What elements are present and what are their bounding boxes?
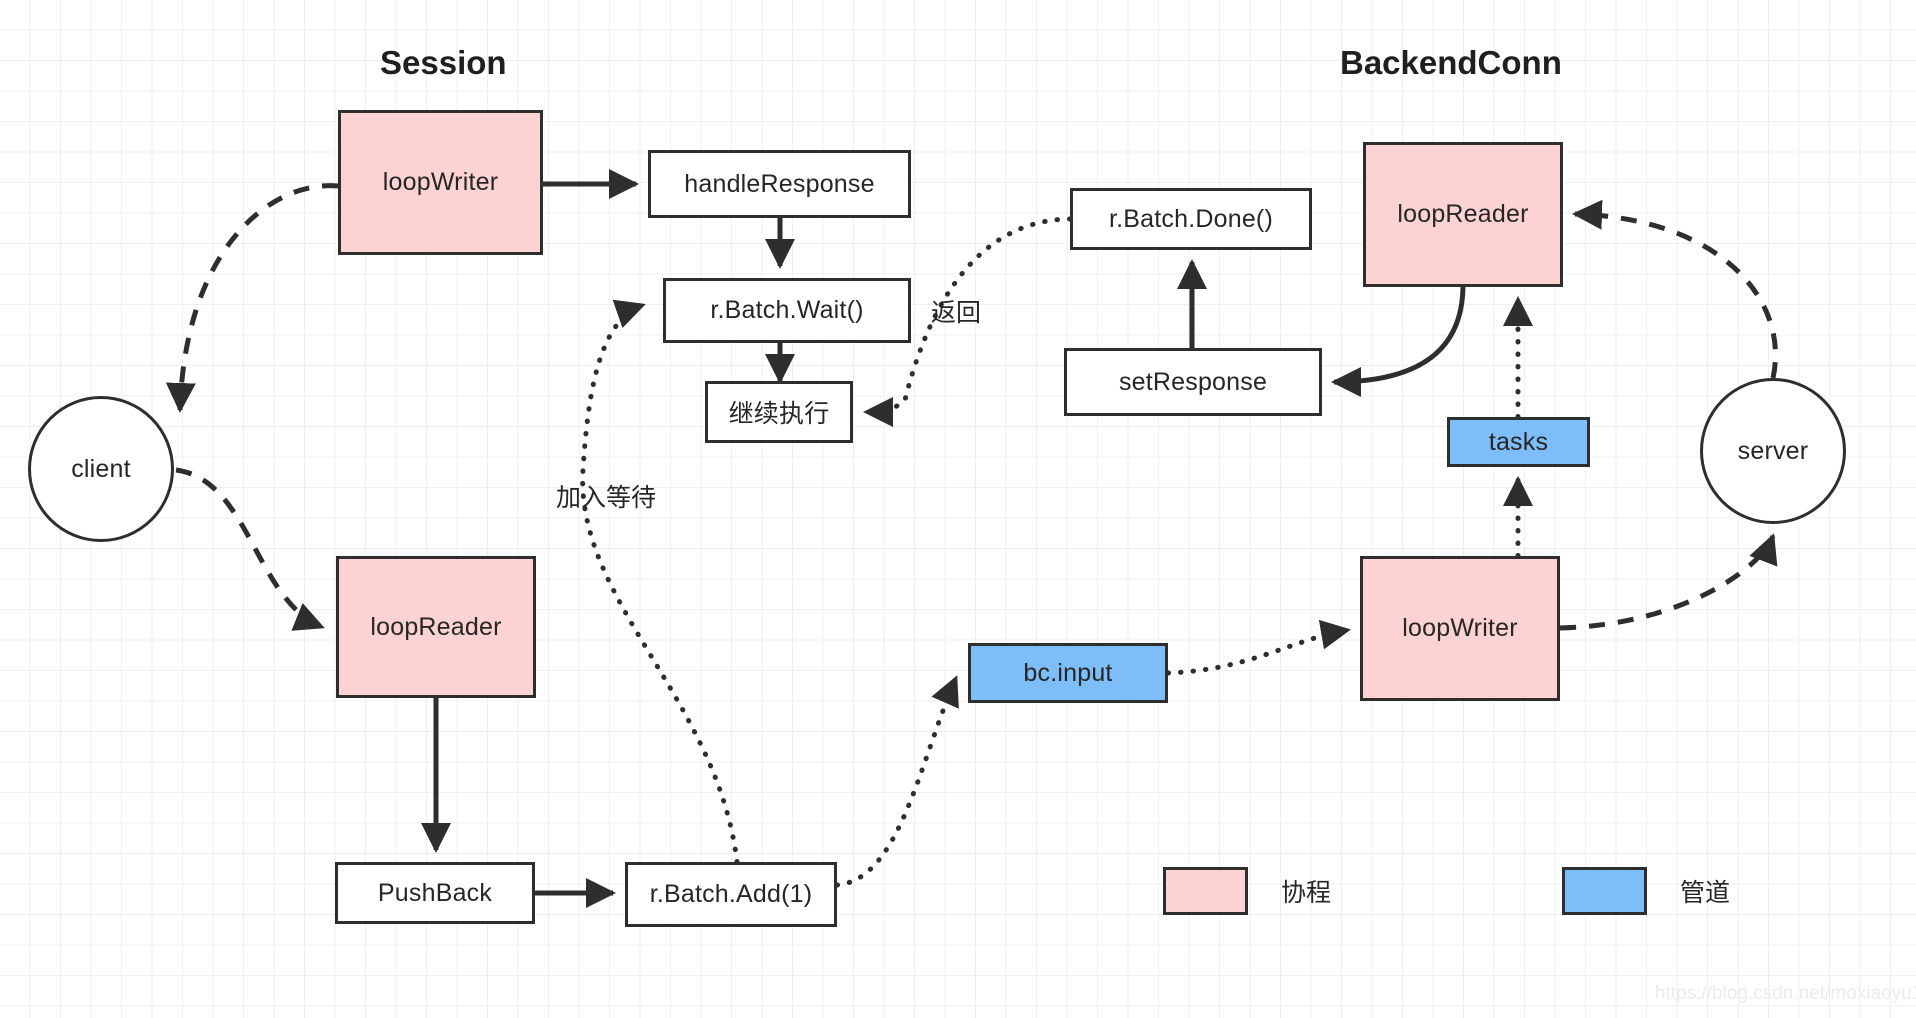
node-batch-done[interactable]: r.Batch.Done() bbox=[1070, 188, 1312, 250]
node-label: r.Batch.Add(1) bbox=[649, 880, 813, 908]
node-label: tasks bbox=[1488, 427, 1549, 456]
edge-label-1: 加入等待 bbox=[556, 484, 657, 512]
legend-label-0: 协程 bbox=[1281, 879, 1332, 907]
node-tasks[interactable]: tasks bbox=[1447, 417, 1590, 467]
group-title-backendconn: BackendConn bbox=[1340, 44, 1562, 81]
edge-label-0: 返回 bbox=[931, 299, 982, 327]
node-label: loopReader bbox=[370, 612, 502, 641]
node-batch-add[interactable]: r.Batch.Add(1) bbox=[625, 862, 837, 927]
node-bc-loopreader[interactable]: loopReader bbox=[1363, 142, 1563, 287]
edge-client-to-session-loopreader bbox=[175, 467, 325, 631]
node-bc-input[interactable]: bc.input bbox=[968, 643, 1168, 703]
node-client[interactable]: client bbox=[28, 396, 174, 542]
node-setresponse[interactable]: setResponse bbox=[1064, 348, 1322, 416]
node-label: setResponse bbox=[1118, 367, 1268, 396]
node-bc-loopwriter[interactable]: loopWriter bbox=[1360, 556, 1560, 701]
node-label: loopReader bbox=[1397, 200, 1529, 228]
edge-bc-input-to-bc-loopwriter bbox=[1165, 619, 1351, 676]
edge-session-loopwriter-to-client bbox=[165, 183, 339, 413]
node-session-loopwriter[interactable]: loopWriter bbox=[338, 110, 543, 255]
diagram-canvas: client loopWriter handleResponse r.Batch.Wa… bbox=[0, 0, 1916, 1018]
node-batch-wait[interactable]: r.Batch.Wait() bbox=[663, 278, 911, 343]
node-label: client bbox=[71, 454, 131, 483]
node-label: r.Batch.Wait() bbox=[710, 296, 864, 324]
edge-batch-add-to-bc-input bbox=[834, 675, 959, 888]
node-label: PushBack bbox=[377, 878, 493, 907]
node-handleresponse[interactable]: handleResponse bbox=[648, 150, 911, 218]
node-label: r.Batch.Done() bbox=[1109, 204, 1273, 233]
node-label: server bbox=[1737, 436, 1809, 465]
node-label: loopWriter bbox=[382, 168, 499, 196]
legend-swatch-0 bbox=[1163, 867, 1248, 915]
legend-label-1: 管道 bbox=[1680, 879, 1731, 907]
node-label: handleResponse bbox=[684, 169, 875, 198]
node-continue-exec[interactable]: 继续执行 bbox=[705, 381, 853, 443]
node-label: 继续执行 bbox=[728, 400, 830, 428]
node-session-loopreader[interactable]: loopReader bbox=[336, 556, 536, 698]
watermark: https://blog.csdn.net/moxiaoyu1991 bbox=[1655, 983, 1916, 1004]
edge-bc-loopreader-to-setresponse bbox=[1331, 286, 1466, 397]
node-label: loopWriter bbox=[1402, 614, 1518, 642]
edge-server-to-bc-loopreader bbox=[1572, 199, 1778, 379]
group-title-session: Session bbox=[380, 44, 507, 81]
legend-swatch-1 bbox=[1562, 867, 1647, 915]
edge-bc-loopwriter-to-server bbox=[1559, 533, 1778, 631]
node-label: bc.input bbox=[1023, 658, 1113, 687]
node-pushback[interactable]: PushBack bbox=[335, 862, 535, 924]
edge-layer bbox=[165, 169, 1778, 908]
node-server[interactable]: server bbox=[1700, 378, 1846, 524]
